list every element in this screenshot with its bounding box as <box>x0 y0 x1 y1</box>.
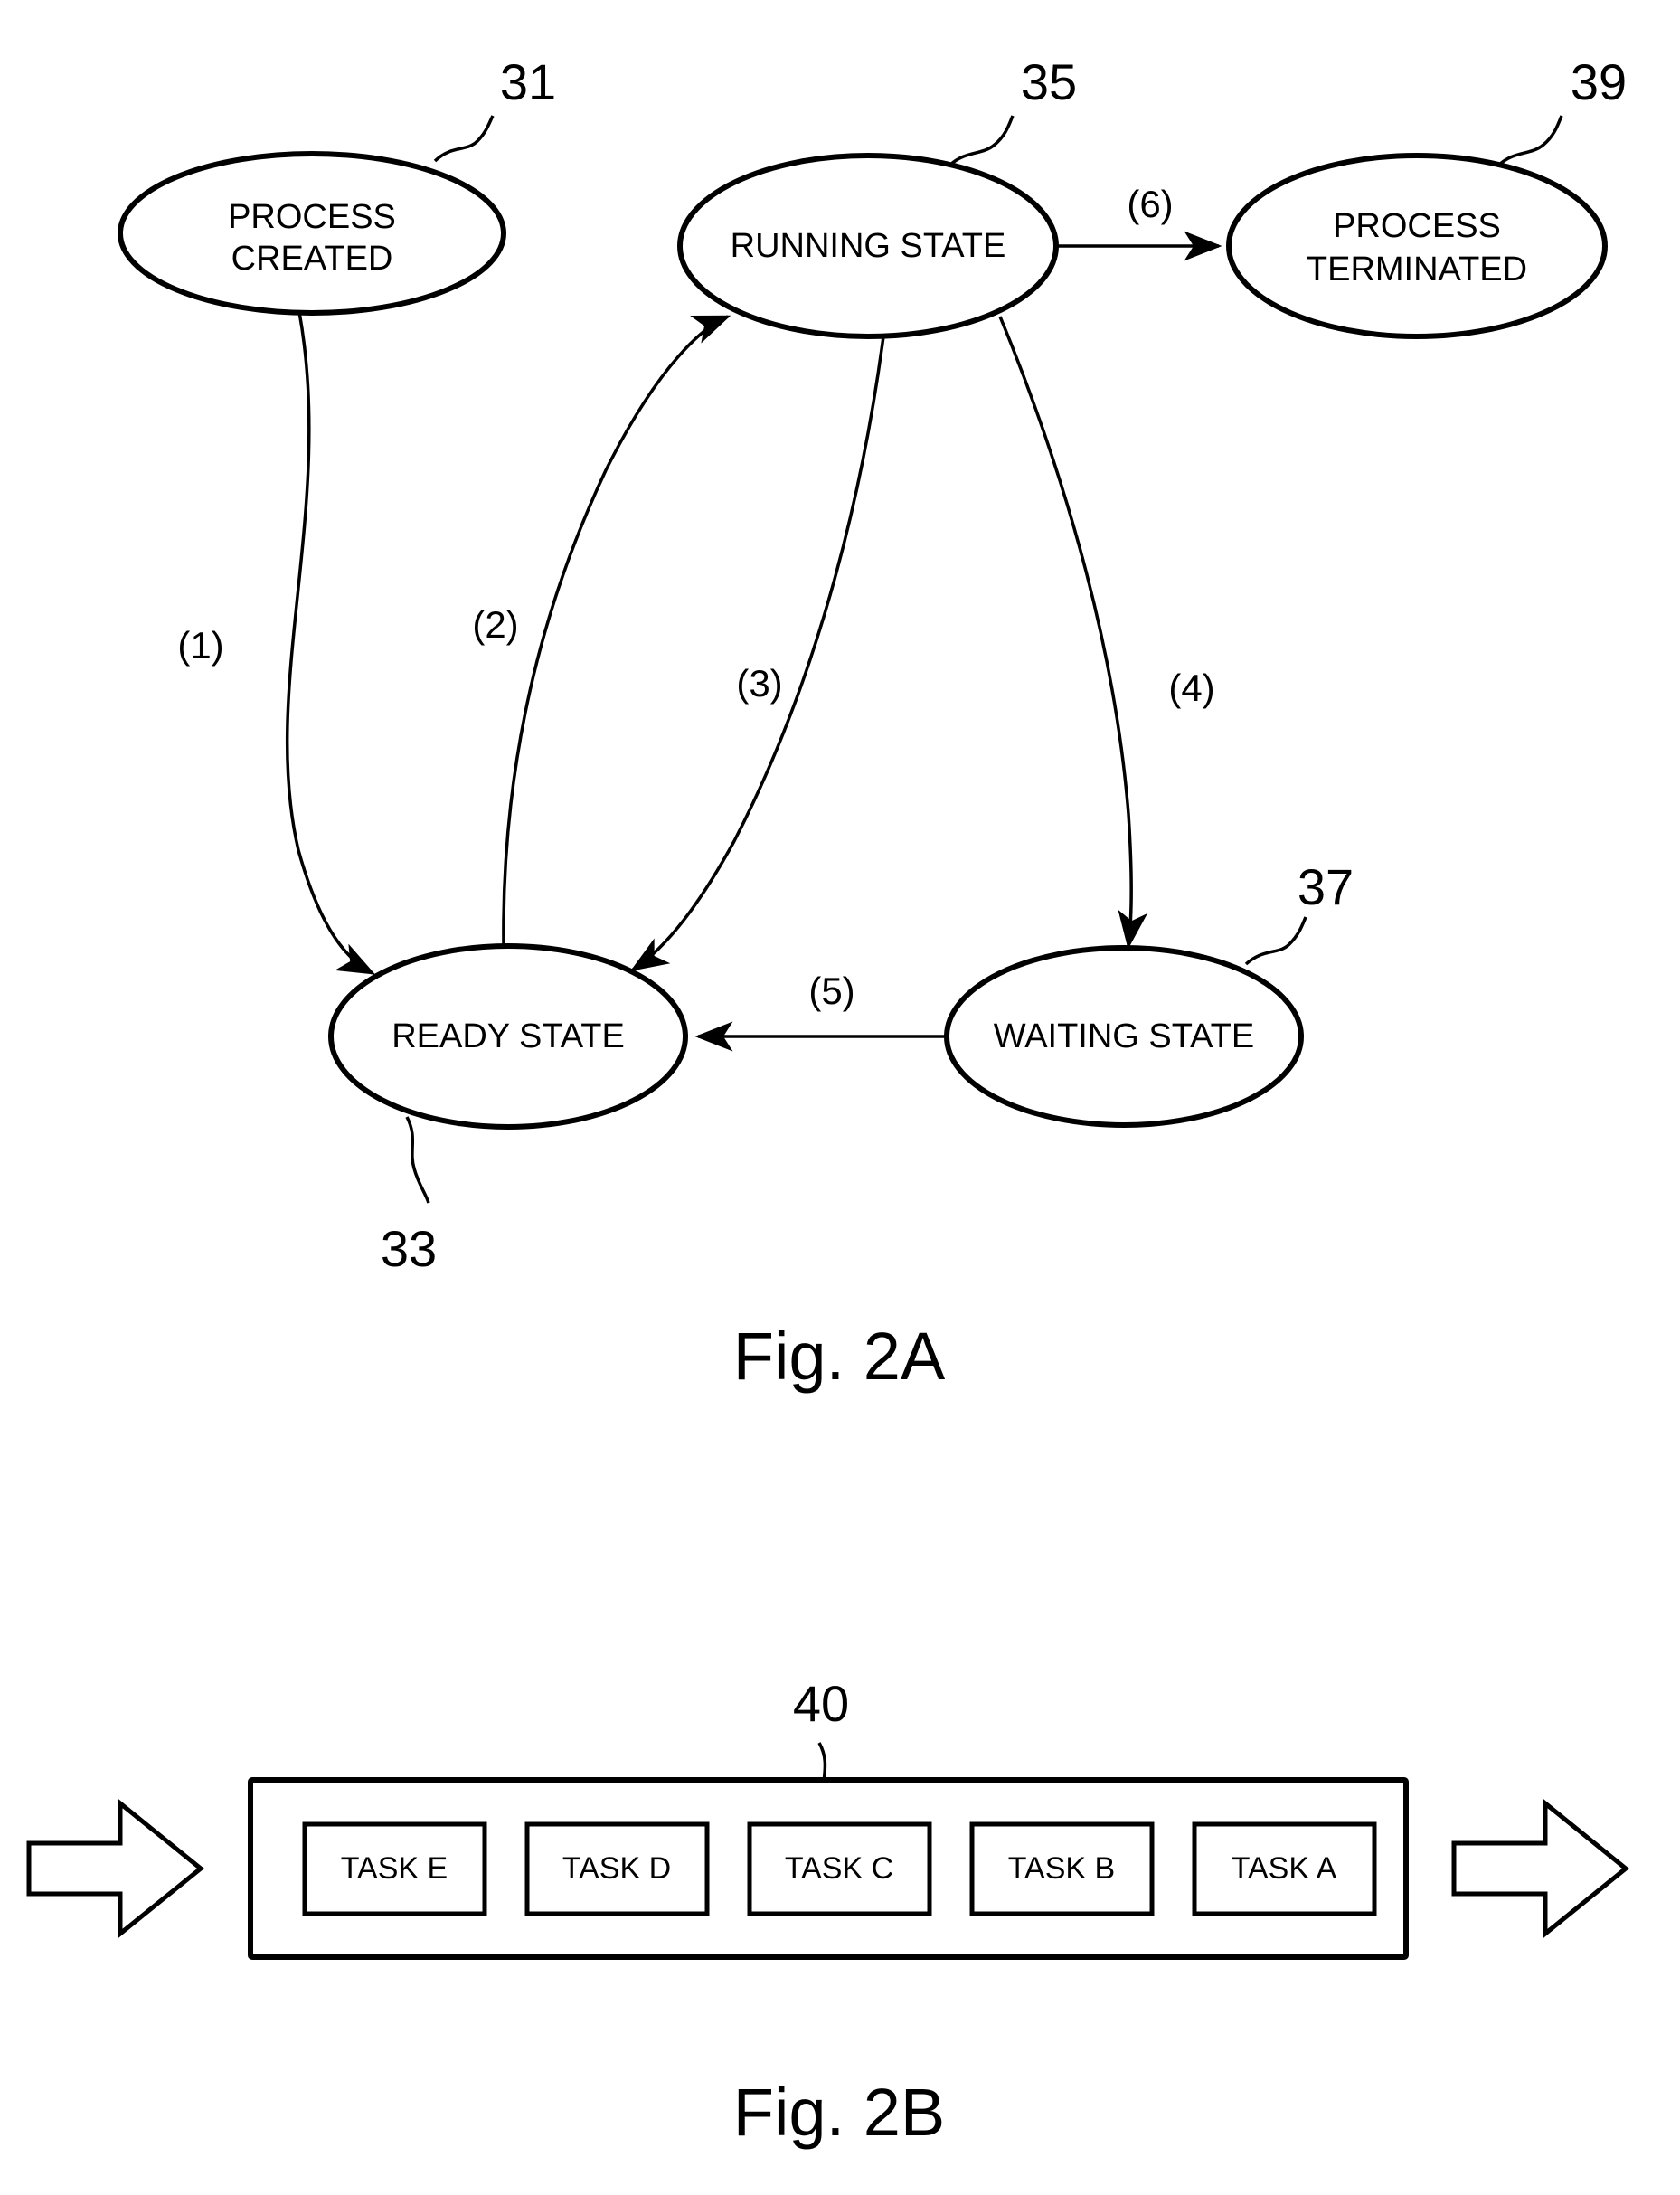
leader-line-35 <box>948 115 1015 167</box>
edge-1-path <box>285 311 376 975</box>
leader-line-31 <box>433 115 495 163</box>
reference-numeral-37: 37 <box>1298 858 1354 915</box>
leader-line-33 <box>405 1116 430 1204</box>
process-terminated-ellipse <box>1226 153 1608 339</box>
task-box-0[interactable]: TASK E <box>302 1821 487 1916</box>
edge-6-label: (6) <box>1127 183 1173 225</box>
figure-2b-caption: Fig. 2B <box>733 2075 945 2150</box>
patent-figure-sheet: PROCESS CREATED 31 RUNNING STATE 35 PROC… <box>0 0 1680 2195</box>
process-created-label-line2: CREATED <box>231 240 393 278</box>
state-node-waiting-state[interactable]: WAITING STATE <box>944 945 1304 1128</box>
running-state-label: RUNNING STATE <box>731 227 1006 265</box>
task-box-2[interactable]: TASK C <box>747 1821 932 1916</box>
process-created-label-line1: PROCESS <box>228 198 396 236</box>
task-box-label-4: TASK A <box>1232 1851 1337 1886</box>
leader-line-39 <box>1496 115 1563 167</box>
state-node-process-terminated[interactable]: PROCESS TERMINATED <box>1226 153 1608 339</box>
task-box-label-1: TASK D <box>562 1851 671 1886</box>
edge-2-path <box>502 315 731 947</box>
task-box-label-0: TASK E <box>341 1851 448 1886</box>
leader-line-37 <box>1244 916 1307 966</box>
task-box-label-3: TASK B <box>1008 1851 1115 1886</box>
waiting-state-label: WAITING STATE <box>994 1017 1255 1055</box>
ready-state-label: READY STATE <box>392 1017 625 1055</box>
process-terminated-label-line1: PROCESS <box>1333 207 1501 245</box>
edge-3-label: (3) <box>736 662 782 705</box>
figure-2a-caption: Fig. 2A <box>733 1319 946 1394</box>
edge-6-running-to-terminated[interactable]: (6) <box>1058 183 1222 261</box>
process-terminated-label-line2: TERMINATED <box>1307 251 1527 289</box>
reference-numeral-31: 31 <box>500 53 556 110</box>
task-box-4[interactable]: TASK A <box>1192 1821 1377 1916</box>
arrow-right-hollow-input-icon <box>26 1798 204 1939</box>
state-node-ready-state[interactable]: READY STATE <box>328 943 688 1130</box>
state-node-process-created[interactable]: PROCESS CREATED <box>118 151 506 316</box>
figure-2b: 40 TASK E TASK D TASK C TASK B TASK A Fi… <box>26 1675 1629 2150</box>
edge-5-waiting-to-ready[interactable]: (5) <box>694 970 946 1052</box>
edge-2-ready-to-running[interactable]: (2) <box>472 315 731 947</box>
edge-4-label: (4) <box>1168 667 1214 709</box>
reference-numeral-35: 35 <box>1021 53 1077 110</box>
edge-4-running-to-waiting[interactable]: (4) <box>998 316 1215 950</box>
task-box-label-2: TASK C <box>785 1851 893 1886</box>
edge-1-label: (1) <box>177 624 223 667</box>
reference-numeral-39: 39 <box>1571 53 1627 110</box>
task-box-3[interactable]: TASK B <box>969 1821 1155 1916</box>
reference-numeral-40: 40 <box>793 1675 849 1732</box>
edge-4-path <box>998 316 1148 950</box>
arrow-right-hollow-output-icon <box>1451 1798 1629 1939</box>
task-box-1[interactable]: TASK D <box>524 1821 710 1916</box>
edge-3-running-to-ready[interactable]: (3) <box>630 336 885 971</box>
state-node-running-state[interactable]: RUNNING STATE <box>677 153 1059 339</box>
figure-2a: PROCESS CREATED 31 RUNNING STATE 35 PROC… <box>118 53 1627 1394</box>
edge-3-path <box>630 336 885 971</box>
edge-1-created-to-ready[interactable]: (1) <box>177 311 376 975</box>
figure-canvas: PROCESS CREATED 31 RUNNING STATE 35 PROC… <box>26 53 1629 2150</box>
reference-numeral-33: 33 <box>381 1220 437 1277</box>
edge-5-label: (5) <box>808 970 854 1012</box>
edge-2-label: (2) <box>472 603 518 646</box>
